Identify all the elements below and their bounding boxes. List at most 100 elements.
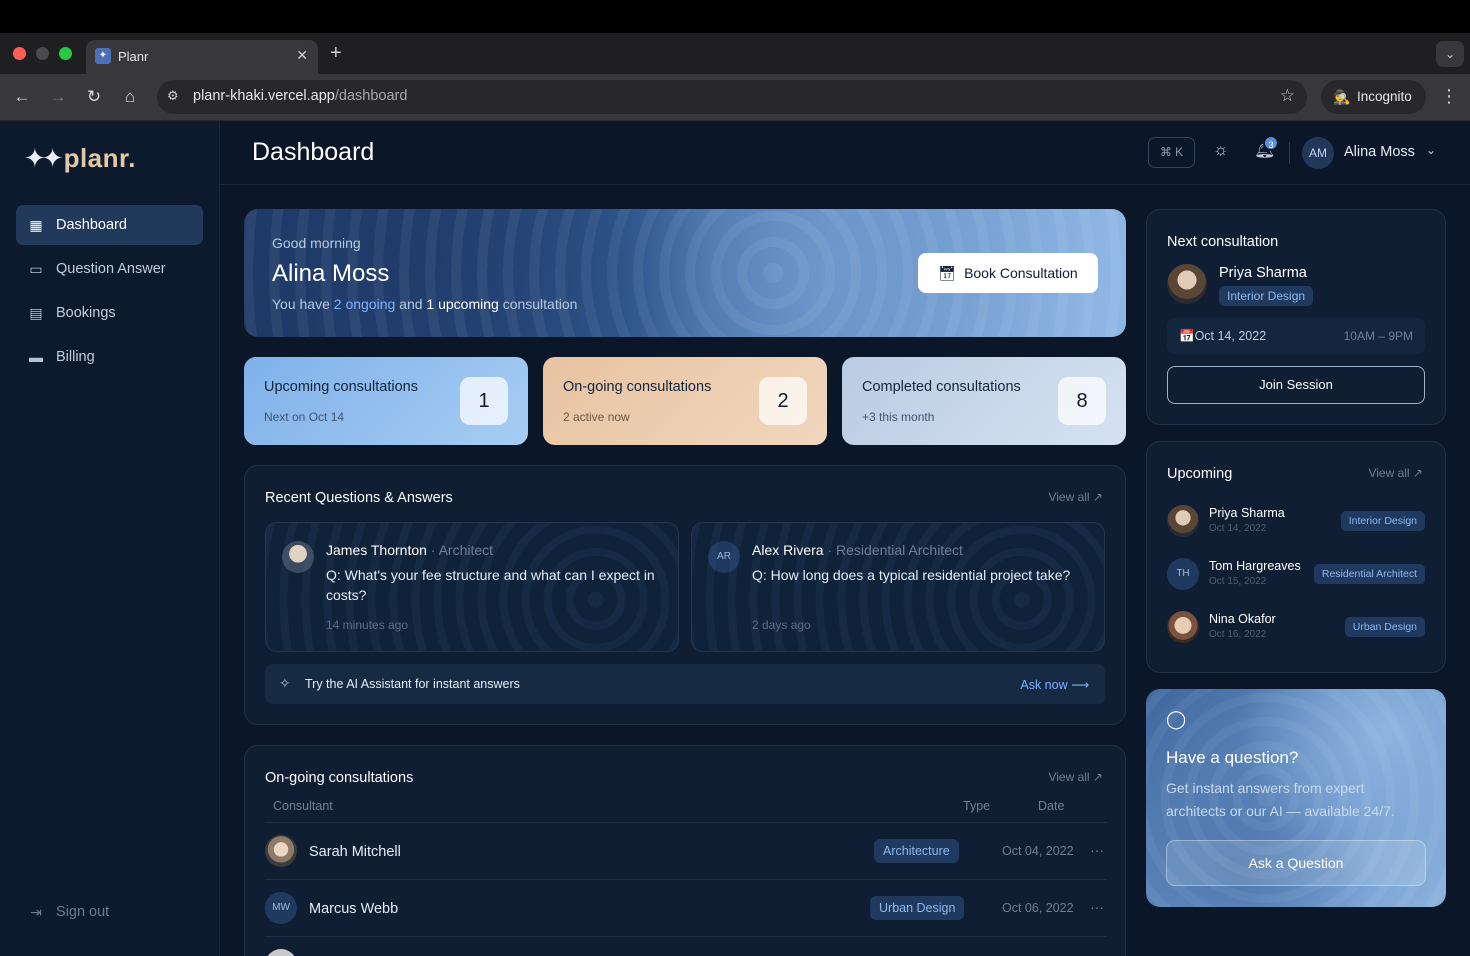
consultant-name[interactable]: Marcus Webb: [309, 901, 398, 917]
avatar: [1167, 505, 1199, 537]
sidebar-item-question-answer[interactable]: ▭ Question Answer: [16, 249, 203, 289]
type-badge: Interior Design: [1219, 286, 1314, 306]
stat-card-ongoing[interactable]: On-going consultations 2 active now 2: [543, 357, 827, 445]
type-badge: Urban Design: [1344, 617, 1425, 637]
message-square-icon: ▭: [29, 260, 43, 277]
forward-arrow-icon[interactable]: →: [48, 87, 68, 107]
browser-menu-icon[interactable]: ⋮: [1440, 86, 1458, 107]
next-consultation-panel: Next consultation Priya Sharma Interior …: [1146, 209, 1446, 425]
column-header-consultant: Consultant: [273, 799, 333, 813]
consultant-name[interactable]: Sarah Mitchell: [309, 844, 401, 860]
ask-subtitle: Get instant answers from expert architec…: [1166, 780, 1395, 819]
logo[interactable]: ✦✦ planr.: [24, 143, 136, 174]
sign-out-label: Sign out: [56, 904, 110, 920]
stat-title: On-going consultations: [563, 379, 712, 395]
qa-view-all-link[interactable]: View all ↗: [1048, 490, 1103, 504]
sign-out-button[interactable]: ⇥ Sign out: [16, 892, 203, 932]
qa-question: Q: What's your fee structure and what ca…: [326, 567, 655, 603]
type-badge: Urban Design: [870, 896, 965, 920]
address-bar[interactable]: ⚙ planr-khaki.vercel.app/dashboard ☆: [157, 80, 1307, 114]
upcoming-date: Oct 15, 2022: [1209, 576, 1267, 587]
avatar: [1167, 264, 1207, 304]
upcoming-name[interactable]: Tom Hargreaves: [1209, 559, 1301, 573]
upcoming-name[interactable]: Nina Okafor: [1209, 612, 1276, 626]
page-title: Dashboard: [252, 138, 375, 166]
stat-card-upcoming[interactable]: Upcoming consultations Next on Oct 14 1: [244, 357, 528, 445]
stat-title: Completed consultations: [862, 379, 1021, 395]
user-name[interactable]: Alina Moss: [1344, 144, 1415, 160]
qa-author: Alex Rivera · Residential Architect: [752, 542, 963, 558]
book-consultation-button[interactable]: 📅︎ Book Consultation: [918, 253, 1098, 293]
tab-close-icon[interactable]: ✕: [296, 47, 308, 64]
upcoming-name[interactable]: Priya Sharma: [1209, 506, 1285, 520]
upcoming-view-all-link[interactable]: View all ↗: [1368, 466, 1423, 480]
tab-search-chevron-icon[interactable]: ⌄: [1436, 41, 1464, 67]
home-icon[interactable]: ⌂: [120, 87, 140, 107]
incognito-button[interactable]: 🕵 Incognito: [1321, 80, 1426, 114]
planr-favicon-icon: ✦: [95, 48, 111, 64]
upcoming-panel: Upcoming View all ↗ Priya Sharma Oct 14,…: [1146, 441, 1446, 673]
panel-title: On-going consultations: [265, 770, 414, 786]
grid-icon: ▦: [29, 216, 43, 233]
qa-card[interactable]: James Thornton · Architect Q: What's you…: [265, 522, 679, 652]
table-divider: [265, 822, 1107, 823]
command-palette-button[interactable]: ⌘ K: [1148, 137, 1195, 168]
avatar: [265, 949, 297, 956]
qa-card[interactable]: AR Alex Rivera · Residential Architect Q…: [691, 522, 1105, 652]
consultation-time: 10AM – 9PM: [1343, 329, 1413, 343]
qa-question: Q: How long does a typical residential p…: [752, 567, 1071, 583]
sidebar: ✦✦ planr. ▦ Dashboard ▭ Question Answer …: [0, 121, 220, 956]
greeting-name: Alina Moss: [272, 260, 390, 287]
more-options-icon[interactable]: ···: [1090, 842, 1104, 858]
header-divider: [1289, 142, 1290, 164]
avatar: [265, 835, 297, 867]
upcoming-date: Oct 16, 2022: [1209, 629, 1267, 640]
join-session-button[interactable]: Join Session: [1167, 366, 1425, 404]
stat-card-completed[interactable]: Completed consultations +3 this month 8: [842, 357, 1126, 445]
window-minimize-button[interactable]: [36, 47, 49, 60]
stat-value: 2: [759, 377, 807, 425]
incognito-label: Incognito: [1357, 89, 1412, 104]
panel-title: Next consultation: [1167, 234, 1279, 250]
table-divider: [265, 936, 1107, 937]
ongoing-consultations-panel: On-going consultations View all ↗ Consul…: [244, 745, 1126, 956]
consultation-date: Oct 06, 2022: [1002, 901, 1074, 915]
reload-icon[interactable]: ↻: [84, 87, 104, 107]
panel-title: Upcoming: [1167, 466, 1233, 482]
stat-value: 8: [1058, 377, 1106, 425]
ask-now-link[interactable]: Ask now ⟶: [1020, 677, 1089, 692]
sidebar-item-dashboard[interactable]: ▦ Dashboard: [16, 205, 203, 245]
browser-tab[interactable]: ✦ Planr ✕: [86, 40, 318, 74]
user-avatar[interactable]: AM: [1302, 137, 1334, 169]
calendar-icon: ▤: [29, 304, 43, 321]
upcoming-date: Oct 14, 2022: [1209, 523, 1267, 534]
chevron-down-icon[interactable]: ⌄: [1426, 143, 1436, 157]
avatar: [1167, 611, 1199, 643]
stat-value: 1: [460, 377, 508, 425]
sidebar-item-bookings[interactable]: ▤ Bookings: [16, 293, 203, 333]
incognito-icon: 🕵: [1333, 89, 1351, 105]
top-header: Dashboard ⌘ K ☼ 🔔︎ 3 AM Alina Moss ⌄: [220, 121, 1470, 185]
column-header-type: Type: [963, 799, 991, 813]
sun-theme-toggle-icon[interactable]: ☼: [1213, 140, 1229, 160]
logo-text: planr.: [63, 143, 136, 173]
ask-question-button[interactable]: Ask a Question: [1166, 840, 1426, 886]
new-tab-icon[interactable]: +: [330, 42, 342, 65]
book-consultation-label: Book Consultation: [964, 265, 1078, 281]
window-zoom-button[interactable]: [59, 47, 72, 60]
site-settings-icon[interactable]: ⚙: [167, 88, 179, 104]
consultation-summary: You have 2 ongoing and 1 upcoming consul…: [272, 296, 578, 312]
app-root: ✦✦ planr. ▦ Dashboard ▭ Question Answer …: [0, 121, 1470, 956]
back-arrow-icon[interactable]: ←: [12, 87, 32, 107]
more-options-icon[interactable]: ···: [1090, 899, 1104, 915]
credit-card-icon: ▬: [29, 349, 43, 365]
window-close-button[interactable]: [13, 47, 26, 60]
ongoing-view-all-link[interactable]: View all ↗: [1048, 770, 1103, 784]
sidebar-item-billing[interactable]: ▬ Billing: [16, 337, 203, 377]
sidebar-item-label: Billing: [56, 349, 95, 365]
type-badge: Residential Architect: [1313, 564, 1425, 584]
bookmark-star-icon[interactable]: ☆: [1280, 86, 1295, 106]
sidebar-item-label: Question Answer: [56, 261, 166, 277]
recent-qa-panel: Recent Questions & Answers View all ↗ Ja…: [244, 465, 1126, 725]
notification-count-badge: 3: [1263, 135, 1279, 151]
